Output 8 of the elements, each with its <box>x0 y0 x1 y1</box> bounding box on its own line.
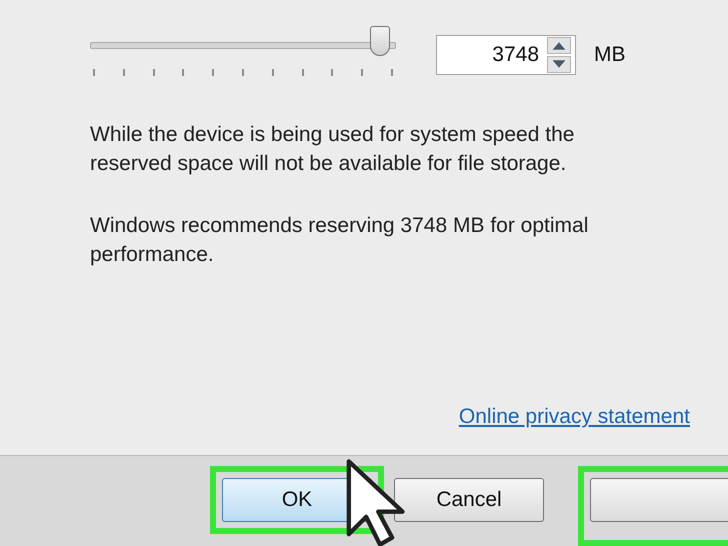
description-text: Windows recommends reserving 3748 MB for optimal performance. <box>90 213 590 268</box>
description-text: While the device is being used for system speed the reserved space will not be available for file storage. <box>90 122 576 177</box>
dialog-button[interactable] <box>590 478 728 522</box>
dialog-button[interactable]: Cancel <box>394 478 544 522</box>
slider-thumb[interactable] <box>370 26 390 56</box>
size-spinbox[interactable]: 3748 <box>436 35 576 75</box>
privacy-link[interactable]: Online privacy statement <box>458 405 690 428</box>
unit-label: MB <box>594 43 626 67</box>
